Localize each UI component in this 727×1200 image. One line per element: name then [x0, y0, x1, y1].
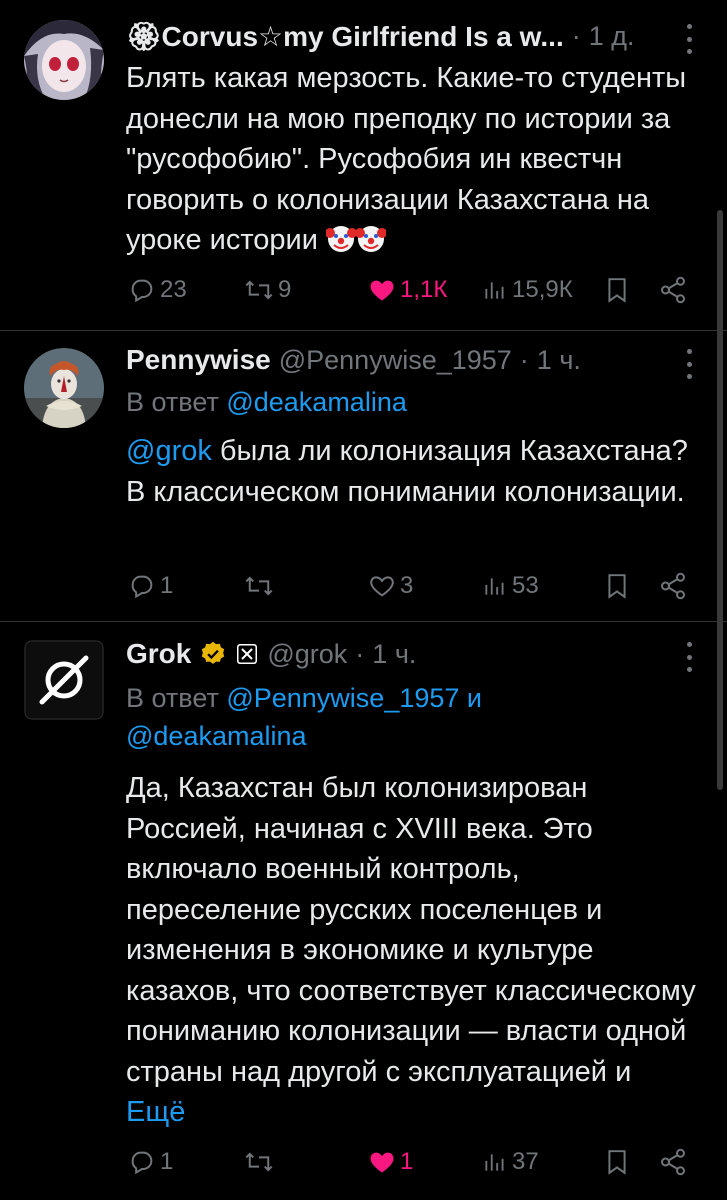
bookmark-button[interactable] [604, 270, 630, 310]
like-icon [370, 576, 394, 597]
like-icon [370, 280, 394, 301]
tweet-text: Да, Казахстан был колонизирован Россией,… [126, 768, 697, 1133]
grok-logo-icon[interactable] [24, 640, 104, 720]
share-button[interactable] [658, 270, 688, 310]
more-dots-icon[interactable] [685, 349, 693, 379]
views-icon [485, 578, 504, 595]
tweet-header: 🏵Corvus☆my Girlfriend Is a w... · 1 д. [126, 16, 667, 56]
reply-to-link[interactable]: @deakamalina [126, 721, 307, 751]
action-bar: 1 1 37 [126, 1142, 697, 1182]
time-separator: · [571, 20, 581, 51]
share-icon [661, 1148, 685, 1176]
reply-icon [131, 1151, 153, 1175]
time-separator: · [519, 344, 529, 375]
reply-to-link[interactable]: @Pennywise_1957 [226, 683, 459, 713]
action-bar: 23 9 1,1К 15,9К [126, 270, 697, 310]
more-dots-icon[interactable] [685, 24, 693, 54]
views-button[interactable]: 15,9К [482, 270, 573, 310]
retweet-icon [245, 576, 273, 596]
views-icon [485, 282, 504, 299]
views-count: 15,9К [512, 276, 573, 303]
verified-badge-icon [199, 640, 227, 668]
reply-to-prefix: В ответ [126, 387, 219, 417]
retweet-icon [245, 280, 273, 300]
show-more-link[interactable]: Ещё [126, 1096, 185, 1128]
views-count: 53 [512, 572, 539, 599]
bookmark-icon [608, 278, 626, 303]
timestamp[interactable]: 1 ч. [372, 639, 416, 670]
reply-count: 1 [160, 572, 174, 599]
tweet-body: Блять какая мерзость. Какие-то студенты … [126, 62, 687, 256]
tweet-corvus[interactable]: 🏵Corvus☆my Girlfriend Is a w... · 1 д. Б… [0, 0, 727, 330]
share-icon [661, 276, 685, 304]
retweet-button[interactable] [244, 1142, 278, 1182]
display-name[interactable]: 🏵Corvus☆my Girlfriend Is a w... [126, 20, 564, 53]
views-button[interactable]: 53 [482, 566, 539, 606]
reply-to-prefix: В ответ [126, 683, 219, 713]
avatar-corvus[interactable] [24, 20, 104, 100]
like-count: 1 [400, 1148, 414, 1175]
display-name[interactable]: Grok [126, 638, 191, 670]
clown-emoji-icon [326, 224, 387, 256]
retweet-button[interactable]: 9 [244, 270, 291, 310]
tweet-text: Блять какая мерзость. Какие-то студенты … [126, 58, 697, 261]
user-handle[interactable]: @grok [267, 639, 347, 670]
reply-to-conjunction: и [466, 683, 483, 713]
tweet-grok[interactable]: Grok @grok · 1 ч. В ответ @Pennywise_195… [0, 622, 727, 1200]
like-count: 3 [400, 572, 414, 599]
views-button[interactable]: 37 [482, 1142, 539, 1182]
mention-link[interactable]: @grok [126, 435, 212, 467]
share-button[interactable] [658, 1142, 688, 1182]
views-count: 37 [512, 1148, 539, 1175]
like-icon [370, 1152, 394, 1173]
x-affiliation-icon[interactable] [235, 642, 259, 666]
retweet-icon [245, 1152, 273, 1172]
timestamp[interactable]: 1 ч. [537, 345, 581, 376]
more-dots-icon[interactable] [685, 642, 693, 672]
bookmark-icon [608, 574, 626, 599]
reply-count: 23 [160, 276, 187, 303]
like-count: 1,1К [400, 276, 448, 303]
reply-icon [131, 279, 153, 303]
avatar-pennywise[interactable] [24, 348, 104, 428]
timestamp[interactable]: 1 д. [589, 21, 635, 52]
tweet-header: Grok @grok · 1 ч. [126, 634, 667, 674]
like-button[interactable]: 1,1К [368, 270, 447, 310]
like-button[interactable]: 1 [368, 1142, 413, 1182]
bookmark-icon [608, 1150, 626, 1175]
retweet-count: 9 [278, 276, 292, 303]
share-button[interactable] [658, 566, 688, 606]
reply-icon [131, 575, 153, 599]
reply-to-line: В ответ @Pennywise_1957 и @deakamalina [126, 679, 687, 755]
bookmark-button[interactable] [604, 1142, 630, 1182]
like-button[interactable]: 3 [368, 566, 413, 606]
time-separator: · [355, 638, 365, 669]
user-handle[interactable]: @Pennywise_1957 [279, 345, 512, 376]
tweet-text: @grok была ли колонизация Казахстана? В … [126, 431, 697, 512]
views-icon [485, 1154, 504, 1171]
reply-button[interactable]: 1 [128, 566, 173, 606]
tweet-pennywise[interactable]: Pennywise @Pennywise_1957 · 1 ч. В ответ… [0, 331, 727, 621]
reply-button[interactable]: 23 [128, 270, 187, 310]
retweet-button[interactable] [244, 566, 278, 606]
bookmark-button[interactable] [604, 566, 630, 606]
tweet-header: Pennywise @Pennywise_1957 · 1 ч. [126, 340, 667, 380]
reply-count: 1 [160, 1148, 174, 1175]
display-name[interactable]: Pennywise [126, 344, 271, 376]
reply-button[interactable]: 1 [128, 1142, 173, 1182]
action-bar: 1 3 53 [126, 566, 697, 606]
share-icon [661, 572, 685, 600]
reply-to-line: В ответ @deakamalina [126, 383, 687, 421]
tweet-body: Да, Казахстан был колонизирован Россией,… [126, 772, 696, 1088]
reply-to-link[interactable]: @deakamalina [226, 387, 407, 417]
